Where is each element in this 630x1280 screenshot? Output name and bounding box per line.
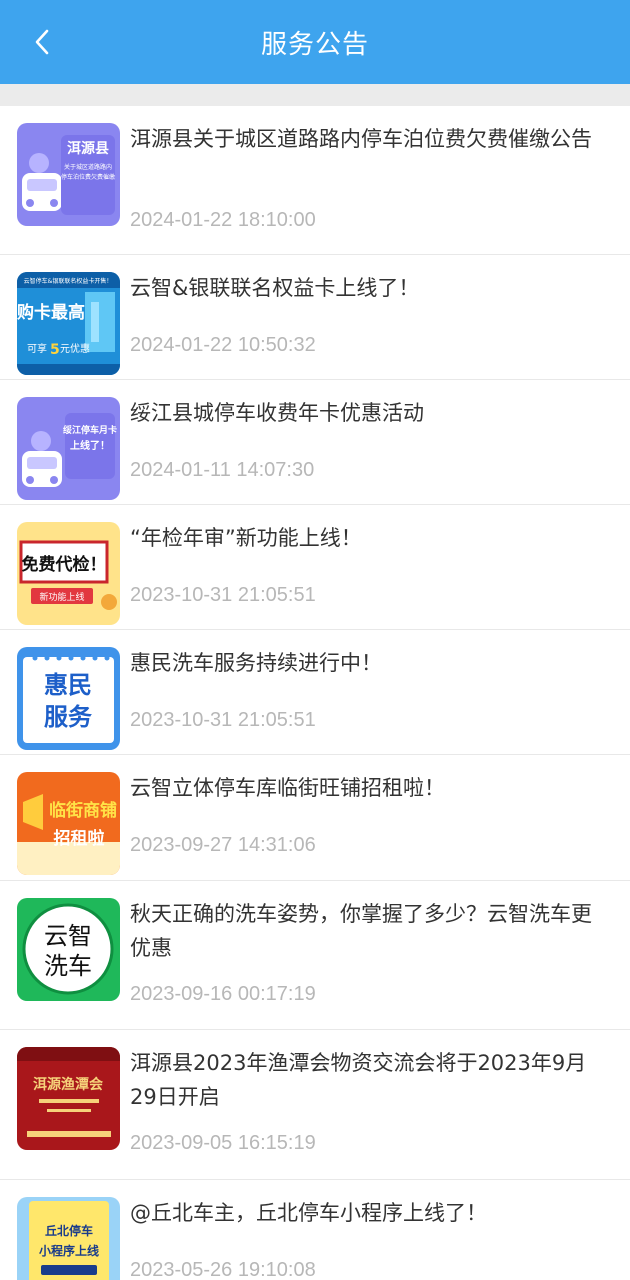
svg-text:惠民: 惠民 xyxy=(44,671,92,699)
announcement-list: 洱源县 关于城区道路路内 停车泊位费欠费催缴 洱源县关于城区道路路内停车泊位费欠… xyxy=(0,106,630,1280)
thumbnail-image: 洱源县 关于城区道路路内 停车泊位费欠费催缴 xyxy=(17,123,120,226)
item-title: 洱源县关于城区道路路内停车泊位费欠费催缴公告 xyxy=(130,127,592,151)
item-date: 2023-09-27 14:31:06 xyxy=(130,834,316,856)
thumbnail-image: 临街商铺 招租啦 xyxy=(17,772,120,875)
item-title: “年检年审”新功能上线！ xyxy=(130,526,362,550)
list-item[interactable]: 临街商铺 招租啦 云智立体停车库临街旺铺招租啦！ 2023-09-27 14:3… xyxy=(0,755,630,881)
svg-text:上线了！: 上线了！ xyxy=(70,439,110,452)
item-date: 2023-09-05 16:15:19 xyxy=(130,1132,316,1154)
thumbnail-image: 惠民 服务 xyxy=(17,647,120,750)
svg-text:临街商铺: 临街商铺 xyxy=(49,800,117,821)
svg-text:绥江停车月卡: 绥江停车月卡 xyxy=(63,424,117,436)
svg-text:洱源县: 洱源县 xyxy=(67,140,109,157)
svg-text:丘北停车: 丘北停车 xyxy=(45,1223,93,1238)
svg-text:关于城区道路路内: 关于城区道路路内 xyxy=(64,163,112,171)
thumbnail-image: 洱源渔潭会 xyxy=(17,1047,120,1150)
svg-text:购卡最高: 购卡最高 xyxy=(17,302,85,323)
item-title: 秋天正确的洗车姿势，你掌握了多少？云智洗车更优惠 xyxy=(130,902,592,960)
header-divider xyxy=(0,84,630,106)
list-item[interactable]: 免费代检！ 新功能上线 “年检年审”新功能上线！ 2023-10-31 21:0… xyxy=(0,505,630,630)
list-item[interactable]: 洱源渔潭会 洱源县2023年渔潭会物资交流会将于2023年9月29日开启 202… xyxy=(0,1030,630,1180)
svg-text:元优惠: 元优惠 xyxy=(60,342,90,355)
svg-text:洱源渔潭会: 洱源渔潭会 xyxy=(33,1076,104,1093)
item-date: 2024-01-22 10:50:32 xyxy=(130,334,316,356)
item-date: 2024-01-11 14:07:30 xyxy=(130,459,315,481)
thumbnail-image: 绥江停车月卡 上线了！ xyxy=(17,397,120,500)
thumbnail-image: 云智停车&银联联名权益卡开售！ 购卡最高 可享 5 元优惠 xyxy=(17,272,120,375)
item-date: 2023-09-16 00:17:19 xyxy=(130,983,316,1005)
list-item[interactable]: 云智停车&银联联名权益卡开售！ 购卡最高 可享 5 元优惠 云智&银联联名权益卡… xyxy=(0,255,630,380)
item-title: 惠民洗车服务持续进行中！ xyxy=(130,651,382,675)
item-title: 云智&银联联名权益卡上线了！ xyxy=(130,276,420,300)
thumbnail-image: 云智 洗车 xyxy=(17,898,120,1001)
list-item[interactable]: 惠民 服务 惠民洗车服务持续进行中！ 2023-10-31 21:05:51 xyxy=(0,630,630,755)
thumbnail-image: 丘北停车 小程序上线 xyxy=(17,1197,120,1280)
svg-text:可享: 可享 xyxy=(27,342,47,355)
item-title: 云智立体停车库临街旺铺招租啦！ xyxy=(130,776,445,800)
item-title: 洱源县2023年渔潭会物资交流会将于2023年9月29日开启 xyxy=(130,1051,587,1109)
list-item[interactable]: 云智 洗车 秋天正确的洗车姿势，你掌握了多少？云智洗车更优惠 2023-09-1… xyxy=(0,881,630,1030)
list-item[interactable]: 洱源县 关于城区道路路内 停车泊位费欠费催缴 洱源县关于城区道路路内停车泊位费欠… xyxy=(0,106,630,255)
svg-text:云智: 云智 xyxy=(44,922,92,950)
item-title: 绥江县城停车收费年卡优惠活动 xyxy=(130,401,424,425)
item-date: 2024-01-22 18:10:00 xyxy=(130,209,316,231)
svg-text:洗车: 洗车 xyxy=(44,952,92,980)
page-title: 服务公告 xyxy=(260,30,369,60)
item-title: @丘北车主，丘北停车小程序上线了！ xyxy=(130,1201,487,1225)
svg-text:云智停车&银联联名权益卡开售！: 云智停车&银联联名权益卡开售！ xyxy=(24,277,113,285)
list-item[interactable]: 绥江停车月卡 上线了！ 绥江县城停车收费年卡优惠活动 2024-01-11 14… xyxy=(0,380,630,505)
svg-text:新功能上线: 新功能上线 xyxy=(39,591,84,603)
list-item[interactable]: 丘北停车 小程序上线 @丘北车主，丘北停车小程序上线了！ 2023-05-26 … xyxy=(0,1180,630,1280)
svg-text:免费代检！: 免费代检！ xyxy=(22,554,107,575)
item-date: 2023-05-26 19:10:08 xyxy=(130,1259,316,1280)
svg-text:服务: 服务 xyxy=(44,703,93,731)
svg-text:招租啦: 招租啦 xyxy=(54,828,105,849)
svg-text:5: 5 xyxy=(50,342,60,358)
app-header: 服务公告 xyxy=(0,0,630,84)
svg-text:停车泊位费欠费催缴: 停车泊位费欠费催缴 xyxy=(61,173,115,181)
svg-text:小程序上线: 小程序上线 xyxy=(39,1243,99,1258)
thumbnail-image: 免费代检！ 新功能上线 xyxy=(17,522,120,625)
item-date: 2023-10-31 21:05:51 xyxy=(130,584,316,606)
item-date: 2023-10-31 21:05:51 xyxy=(130,709,316,731)
